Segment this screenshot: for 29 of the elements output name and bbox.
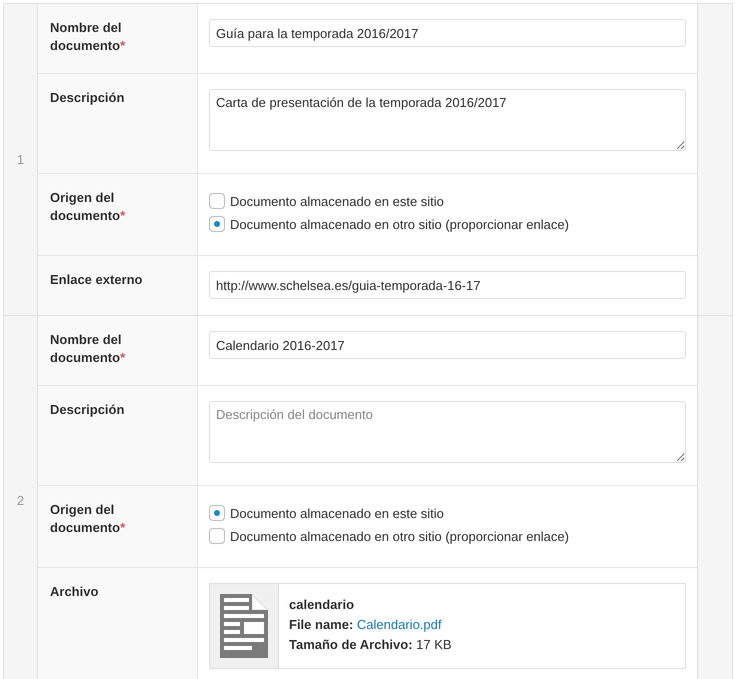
file-link[interactable]: Calendario.pdf bbox=[356, 617, 442, 632]
text-field[interactable]: Guía para la temporada 2016/2017 bbox=[209, 19, 686, 47]
option-label[interactable]: Documento almacenado en otro sitio (proporcionar enlace) bbox=[230, 216, 569, 232]
file-size: 17 KB bbox=[416, 637, 452, 652]
radio-button[interactable] bbox=[209, 216, 225, 232]
radio-button[interactable] bbox=[209, 505, 225, 521]
field-label: Enlace externo bbox=[50, 271, 142, 289]
row-number: 2 bbox=[16, 492, 24, 508]
field-label: Archivo bbox=[50, 583, 98, 601]
radio-button[interactable] bbox=[209, 193, 225, 209]
field-label: Nombre del documento* bbox=[50, 331, 126, 367]
file-size-label: Tamaño de Archivo: bbox=[289, 637, 413, 652]
option-label[interactable]: Documento almacenado en este sitio bbox=[230, 194, 444, 208]
file-title: calendario bbox=[289, 596, 356, 613]
file-name-label: File name: bbox=[289, 617, 354, 632]
field-label: Nombre del documento* bbox=[50, 19, 126, 55]
description-field[interactable]: Descripción del documento bbox=[209, 401, 686, 463]
field-label: Origen del documento* bbox=[50, 189, 126, 225]
text-field[interactable]: http://www.schelsea.es/guia-temporada-16-17 bbox=[209, 271, 686, 299]
field-label: Descripción bbox=[50, 89, 124, 107]
description-field[interactable]: Carta de presentación de la temporada 2016/2017 bbox=[209, 89, 686, 151]
field-label: Descripción bbox=[50, 401, 124, 419]
document-icon bbox=[220, 594, 268, 658]
option-label[interactable]: Documento almacenado en otro sitio (proporcionar enlace) bbox=[230, 528, 569, 544]
row-number: 1 bbox=[16, 152, 24, 167]
option-label[interactable]: Documento almacenado en este sitio bbox=[230, 506, 444, 520]
field-label: Origen del documento* bbox=[50, 501, 126, 537]
radio-button[interactable] bbox=[209, 528, 225, 544]
text-field[interactable]: Calendario 2016-2017 bbox=[209, 331, 686, 359]
